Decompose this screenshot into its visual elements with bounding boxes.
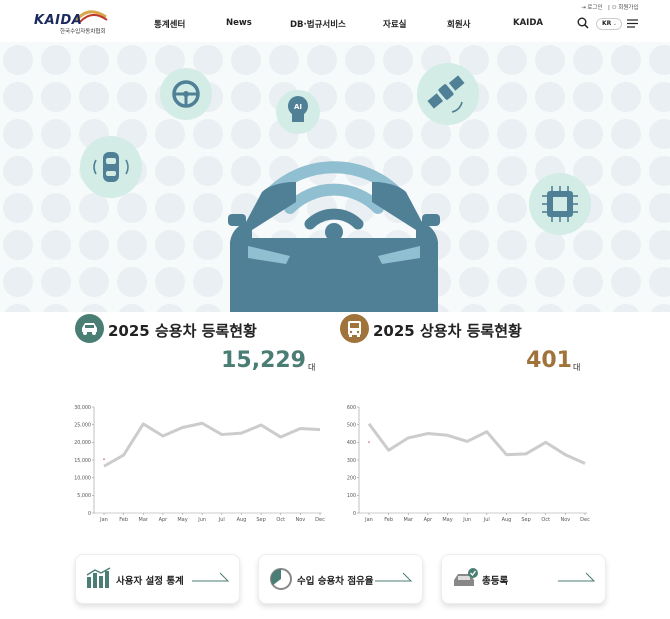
x-tick-label: Oct: [541, 517, 550, 523]
y-tick-label: 0: [353, 511, 356, 517]
y-tick-label: 600: [347, 405, 356, 411]
current-point: [103, 458, 105, 461]
chip-bubble-icon: [529, 173, 591, 235]
x-tick-label: Sep: [521, 517, 530, 523]
chevron-down-icon: ⌄: [612, 21, 617, 27]
commercial-stat-unit: 대: [573, 363, 581, 372]
language-value: KR: [602, 20, 612, 27]
hero-illustration: AI: [0, 42, 670, 312]
y-tick-label: 5,000: [77, 493, 91, 499]
x-tick-label: Jul: [218, 517, 225, 523]
x-tick-label: Dec: [580, 517, 590, 523]
arrow-right-icon: [558, 572, 596, 582]
nav-item-archive[interactable]: 자료실: [383, 18, 406, 30]
card-label: 수입 승용차 점유율: [297, 576, 374, 587]
nav-item-news[interactable]: News: [226, 18, 252, 28]
x-tick-label: May: [442, 517, 452, 523]
svg-text:AI: AI: [294, 103, 302, 111]
series-line: [367, 422, 586, 465]
x-tick-label: Jun: [462, 517, 471, 523]
x-tick-label: Feb: [384, 517, 393, 523]
passenger-stat-unit: 대: [308, 363, 316, 372]
y-tick-label: 25,000: [74, 422, 91, 428]
y-tick-label: 200: [347, 475, 356, 481]
y-tick-label: 20,000: [74, 440, 91, 446]
x-tick-label: Jan: [99, 517, 108, 523]
ai-bubble-icon: AI: [276, 90, 320, 134]
y-tick-label: 30,000: [74, 405, 91, 411]
import-share-card[interactable]: 수입 승용차 점유율: [258, 554, 423, 604]
passenger-car-icon: [75, 314, 104, 343]
passenger-chart-svg: 30,000 25,000 20,000 15,000 10,000 5,000 0 Jan F…: [74, 405, 325, 523]
arrow-right-icon: [375, 572, 413, 582]
y-tick-label: 15,000: [74, 458, 91, 464]
passenger-stat-title: 2025 승용차 등록현황: [108, 322, 257, 340]
car-sensor-bubble-icon: [80, 136, 142, 198]
x-tick-label: Jul: [483, 517, 490, 523]
steering-wheel-bubble-icon: [160, 68, 212, 120]
x-tick-label: Mar: [139, 517, 149, 523]
x-tick-label: Oct: [276, 517, 285, 523]
search-icon[interactable]: [577, 17, 589, 29]
x-tick-label: Dec: [315, 517, 325, 523]
commercial-bus-icon: [340, 314, 369, 343]
x-tick-label: Apr: [159, 517, 169, 523]
pie-chart-icon: [270, 568, 292, 590]
signup-label: 회원가입: [618, 5, 639, 11]
passenger-line-chart: 30,000 25,000 20,000 15,000 10,000 5,000 0 Jan F…: [70, 400, 330, 534]
main-nav: 통계센터 News DB·법규서비스 자료실 회원사 KAIDA: [0, 18, 670, 32]
x-tick-label: May: [177, 517, 187, 523]
language-select[interactable]: KR ⌄: [596, 18, 622, 30]
commercial-line-chart: 600 500 400 300 200 100 0 Jan Feb Mar Apr May Jun Jul…: [335, 400, 595, 534]
arrow-right-icon: [192, 572, 230, 582]
current-point: [368, 441, 370, 444]
y-tick-label: 300: [347, 458, 356, 464]
nav-item-db[interactable]: DB·법규서비스: [290, 18, 346, 30]
login-link[interactable]: ⇥ 로그인: [581, 3, 603, 11]
card-label: 사용자 설정 통계: [116, 576, 184, 587]
x-tick-label: Apr: [424, 517, 434, 523]
hamburger-menu-icon[interactable]: [627, 19, 638, 28]
y-tick-label: 100: [347, 493, 356, 499]
x-tick-label: Mar: [404, 517, 414, 523]
x-tick-label: Jun: [197, 517, 206, 523]
y-tick-label: 10,000: [74, 475, 91, 481]
nav-item-kaida[interactable]: KAIDA: [513, 18, 543, 28]
commercial-chart-svg: 600 500 400 300 200 100 0 Jan Feb Mar Apr May Jun Jul…: [347, 405, 590, 523]
passenger-stat-value: 15,229: [221, 348, 306, 373]
commercial-stat-value: 401: [526, 348, 572, 373]
x-tick-label: Aug: [502, 517, 512, 523]
y-tick-label: 400: [347, 440, 356, 446]
login-label: 로그인: [587, 5, 603, 11]
y-tick-label: 500: [347, 422, 356, 428]
x-tick-label: Feb: [119, 517, 128, 523]
x-tick-label: Nov: [560, 517, 570, 523]
nav-item-members[interactable]: 회원사: [447, 18, 470, 30]
signup-link[interactable]: | ⚇ 회원가입: [608, 3, 639, 11]
user-stats-card[interactable]: 사용자 설정 통계: [75, 554, 240, 604]
nav-item-stats[interactable]: 통계센터: [154, 18, 185, 30]
total-registration-card[interactable]: 총등록: [441, 554, 606, 604]
x-tick-label: Aug: [237, 517, 247, 523]
x-tick-label: Nov: [295, 517, 305, 523]
commercial-stat-title: 2025 상용차 등록현황: [373, 322, 522, 340]
hero-banner: AI: [0, 42, 670, 312]
car-check-icon: [454, 568, 478, 586]
site-header: KAIDA 한국수입자동차협회 ⇥ 로그인 | ⚇ 회원가입 통계센터 News…: [0, 0, 670, 42]
y-tick-label: 0: [88, 511, 91, 517]
bar-chart-icon: [86, 567, 111, 588]
series-line: [103, 421, 321, 468]
satellite-bubble-icon: [417, 63, 479, 125]
x-tick-label: Jan: [364, 517, 373, 523]
card-label: 총등록: [482, 576, 509, 587]
x-tick-label: Sep: [256, 517, 265, 523]
